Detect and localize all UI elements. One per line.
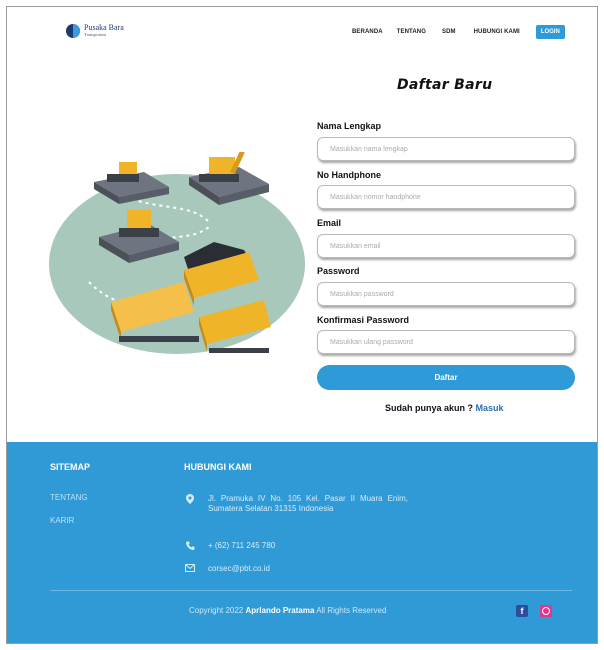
contact-email-row: corsec@pbt.co.id bbox=[184, 564, 270, 574]
contact-heading: HUBUNGI KAMI bbox=[184, 462, 252, 472]
logo-text: Pusaka Bara Transportasi bbox=[84, 24, 124, 38]
no-handphone-input[interactable]: Masukkan nomor handphone bbox=[317, 185, 575, 209]
nav-beranda[interactable]: BERANDA bbox=[352, 29, 383, 35]
main-nav: BERANDA TENTANG SDM HUBUNGI KAMI LOGIN bbox=[352, 25, 565, 39]
instagram-icon[interactable] bbox=[540, 605, 552, 617]
daftar-button[interactable]: Daftar bbox=[317, 365, 575, 390]
footer: SITEMAP TENTANG KARIR HUBUNGI KAMI Jl. P… bbox=[7, 442, 597, 643]
email-input[interactable]: Masukkan email bbox=[317, 234, 575, 258]
copyright: Copyright 2022 Aprlando Pratama All Righ… bbox=[189, 606, 386, 615]
brand-logo[interactable]: Pusaka Bara Transportasi bbox=[66, 24, 124, 38]
contact-address-row: Jl. Pramuka IV No. 105 Kel. Pasar II Mua… bbox=[184, 494, 408, 514]
login-prompt-text: Sudah punya akun ? bbox=[385, 403, 474, 413]
logo-icon bbox=[66, 24, 80, 38]
mining-illustration bbox=[49, 152, 305, 354]
page-title: Daftar Baru bbox=[397, 77, 493, 93]
footer-link-karir[interactable]: KARIR bbox=[50, 516, 74, 525]
map-pin-icon bbox=[184, 494, 196, 514]
copyright-suffix: All Rights Reserved bbox=[316, 606, 387, 615]
phone-icon bbox=[184, 541, 196, 552]
footer-divider bbox=[50, 590, 572, 591]
footer-link-tentang[interactable]: TENTANG bbox=[50, 493, 88, 502]
nav-hubungi-kami[interactable]: HUBUNGI KAMI bbox=[474, 29, 520, 35]
page-frame: Pusaka Bara Transportasi BERANDA TENTANG… bbox=[6, 6, 598, 644]
nama-lengkap-input[interactable]: Masukkan nama lengkap bbox=[317, 137, 575, 161]
label-password: Password bbox=[317, 266, 360, 276]
contact-phone: + (62) 711 245 780 bbox=[208, 541, 276, 550]
facebook-icon[interactable]: f bbox=[516, 605, 528, 617]
login-prompt: Sudah punya akun ? Masuk bbox=[385, 403, 504, 413]
brand-name: Pusaka Bara bbox=[84, 23, 124, 33]
nav-sdm[interactable]: SDM bbox=[442, 29, 456, 35]
label-no-handphone: No Handphone bbox=[317, 170, 381, 180]
contact-address: Jl. Pramuka IV No. 105 Kel. Pasar II Mua… bbox=[208, 494, 408, 513]
copyright-name: Aprlando Pratama bbox=[245, 606, 315, 615]
password-input[interactable]: Masukkan password bbox=[317, 282, 575, 306]
label-konfirmasi-password: Konfirmasi Password bbox=[317, 315, 410, 325]
masuk-link[interactable]: Masuk bbox=[476, 403, 504, 413]
copyright-prefix: Copyright 2022 bbox=[189, 606, 244, 615]
top-header: Pusaka Bara Transportasi BERANDA TENTANG… bbox=[7, 7, 597, 57]
label-email: Email bbox=[317, 218, 342, 228]
konfirmasi-password-input[interactable]: Masukkan ulang password bbox=[317, 330, 575, 354]
sitemap-heading: SITEMAP bbox=[50, 462, 91, 472]
label-nama-lengkap: Nama Lengkap bbox=[317, 121, 382, 131]
nav-tentang[interactable]: TENTANG bbox=[397, 29, 426, 35]
contact-phone-row: + (62) 711 245 780 bbox=[184, 541, 275, 552]
login-button[interactable]: LOGIN bbox=[535, 25, 565, 39]
brand-tagline: Transportasi bbox=[84, 32, 107, 38]
contact-email[interactable]: corsec@pbt.co.id bbox=[208, 564, 270, 574]
mail-icon bbox=[184, 564, 196, 574]
